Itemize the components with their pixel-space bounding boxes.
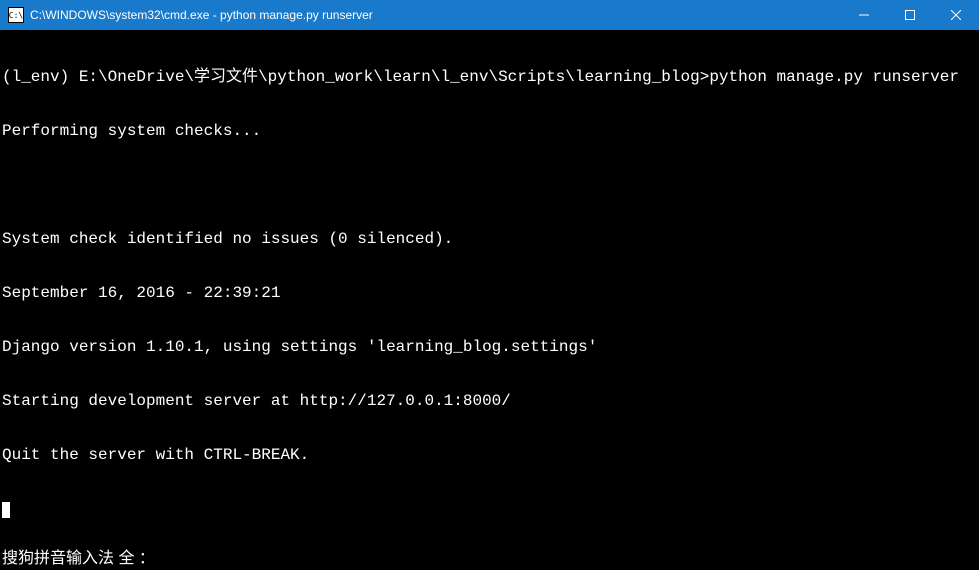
entered-command: python manage.py runserver (709, 68, 959, 86)
terminal-cursor (2, 502, 10, 518)
window-title: C:\WINDOWS\system32\cmd.exe - python man… (30, 8, 841, 22)
output-line: System check identified no issues (0 sil… (2, 230, 979, 248)
terminal-area[interactable]: (l_env) E:\OneDrive\学习文件\python_work\lea… (0, 30, 979, 570)
window-controls (841, 0, 979, 30)
output-line: September 16, 2016 - 22:39:21 (2, 284, 979, 302)
maximize-icon (905, 10, 915, 20)
output-line: Django version 1.10.1, using settings 'l… (2, 338, 979, 356)
cursor-line (2, 500, 979, 518)
minimize-button[interactable] (841, 0, 887, 30)
close-icon (951, 10, 961, 20)
prompt-prefix: (l_env) E:\OneDrive\学习文件\python_work\lea… (2, 68, 709, 86)
output-line: Quit the server with CTRL-BREAK. (2, 446, 979, 464)
output-line (2, 176, 979, 194)
maximize-button[interactable] (887, 0, 933, 30)
output-line: Performing system checks... (2, 122, 979, 140)
prompt-line: (l_env) E:\OneDrive\学习文件\python_work\lea… (2, 68, 979, 86)
minimize-icon (859, 10, 869, 20)
window-titlebar: C:\ C:\WINDOWS\system32\cmd.exe - python… (0, 0, 979, 30)
cmd-icon: C:\ (8, 7, 24, 23)
output-line: Starting development server at http://12… (2, 392, 979, 410)
ime-status-bar: 搜狗拼音输入法 全 ： (0, 550, 979, 570)
close-button[interactable] (933, 0, 979, 30)
